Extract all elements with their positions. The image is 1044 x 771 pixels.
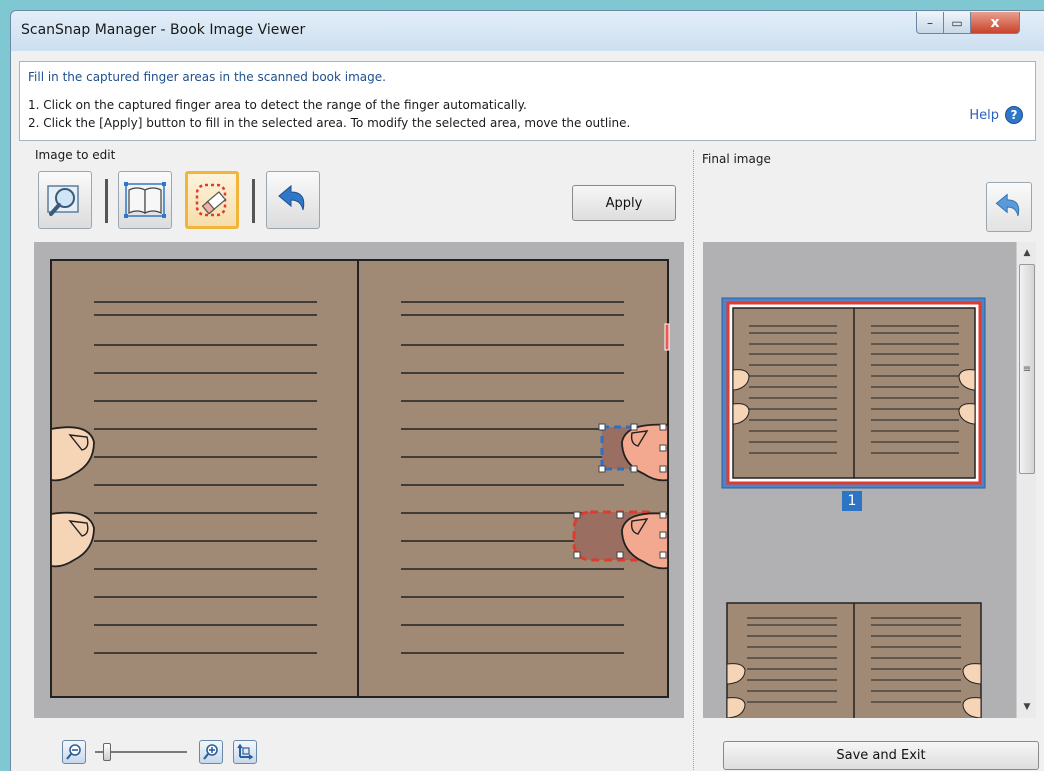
toolbar-separator [252,179,255,223]
scroll-down-arrow-icon[interactable]: ▼ [1017,698,1036,716]
app-window: ScanSnap Manager - Book Image Viewer – ▭… [10,10,1044,771]
book-crop-icon [124,182,166,218]
page-number-badge: 1 [842,491,862,511]
edit-canvas[interactable] [34,242,684,718]
fit-page-icon [237,743,254,760]
final-image-panel[interactable]: 1 ▲ ≡ ▼ [703,242,1036,718]
zoom-in-button[interactable] [199,740,223,764]
scroll-thumb[interactable]: ≡ [1019,264,1035,474]
title-bar: ScanSnap Manager - Book Image Viewer – ▭… [11,11,1044,51]
window-title: ScanSnap Manager - Book Image Viewer [21,22,306,38]
final-undo-button[interactable] [986,182,1032,232]
eraser-icon [195,183,227,217]
apply-button[interactable]: Apply [572,185,676,221]
zoom-slider-thumb[interactable] [103,743,111,761]
undo-tool-button[interactable] [266,171,320,229]
toolbar-separator [105,179,108,223]
help-label: Help [969,107,999,123]
instructions-heading: Fill in the captured finger areas in the… [28,70,386,84]
close-button[interactable]: x [970,12,1020,34]
instructions-panel: Fill in the captured finger areas in the… [19,61,1036,141]
minimize-button[interactable]: – [916,12,944,34]
help-icon: ? [1005,106,1023,124]
help-link[interactable]: Help ? [969,106,1023,124]
final-image-label: Final image [702,152,771,166]
preview-scrollbar[interactable]: ▲ ≡ ▼ [1016,242,1036,718]
maximize-button[interactable]: ▭ [943,12,971,34]
save-and-exit-button[interactable]: Save and Exit [723,741,1039,770]
client-area: Fill in the captured finger areas in the… [11,51,1044,771]
magnifier-icon [47,185,79,216]
instruction-step-2: 2. Click the [Apply] button to fill in t… [28,116,631,130]
preview-tool-button[interactable] [38,171,92,229]
undo-icon [278,184,305,211]
panel-divider [693,150,694,770]
zoom-out-icon [66,744,81,760]
image-to-edit-label: Image to edit [35,148,116,162]
scroll-up-arrow-icon[interactable]: ▲ [1017,244,1036,262]
page-split-tool-button[interactable] [118,171,172,229]
finger-eraser-tool-button[interactable] [185,171,239,229]
instruction-step-1: 1. Click on the captured finger area to … [28,98,527,112]
zoom-in-icon [203,744,218,760]
undo-icon [995,193,1020,217]
book-image [50,259,670,698]
final-thumbnails [721,297,986,718]
fit-page-button[interactable] [233,740,257,764]
zoom-out-button[interactable] [62,740,86,764]
